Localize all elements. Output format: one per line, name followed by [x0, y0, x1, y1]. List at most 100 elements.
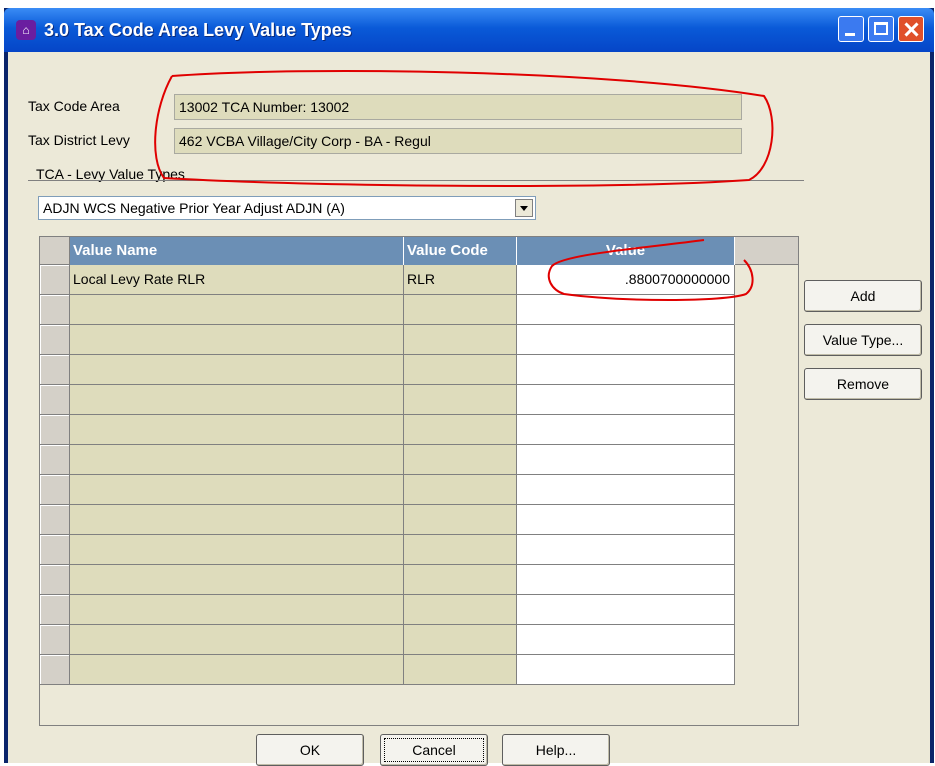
value-type-button[interactable]: Value Type... — [804, 324, 922, 356]
column-header-blank — [735, 237, 798, 265]
row-selector[interactable] — [40, 415, 70, 445]
add-button[interactable]: Add — [804, 280, 922, 312]
maximize-button[interactable] — [868, 16, 894, 42]
close-button[interactable] — [898, 16, 924, 42]
window-title: 3.0 Tax Code Area Levy Value Types — [44, 20, 352, 40]
value-type-dropdown[interactable]: ADJN WCS Negative Prior Year Adjust ADJN… — [38, 196, 536, 220]
table-row[interactable] — [40, 355, 798, 385]
table-row[interactable] — [40, 565, 798, 595]
value-name-cell[interactable] — [70, 355, 404, 385]
value-cell[interactable] — [517, 355, 735, 385]
minimize-button[interactable] — [838, 16, 864, 42]
row-selector[interactable] — [40, 655, 70, 685]
help-button-label: Help... — [535, 742, 577, 758]
table-row[interactable] — [40, 625, 798, 655]
grid-corner-selector[interactable] — [40, 237, 70, 265]
column-header-value[interactable]: Value — [517, 237, 735, 265]
row-selector[interactable] — [40, 565, 70, 595]
value-cell[interactable] — [517, 295, 735, 325]
row-selector[interactable] — [40, 385, 70, 415]
value-cell[interactable] — [517, 385, 735, 415]
value-cell[interactable]: .8800700000000 — [517, 265, 735, 295]
table-row[interactable] — [40, 595, 798, 625]
value-cell[interactable] — [517, 415, 735, 445]
cancel-button[interactable]: Cancel — [380, 734, 488, 766]
value-code-cell[interactable] — [404, 385, 517, 415]
help-button[interactable]: Help... — [502, 734, 610, 766]
page-background — [0, 0, 935, 8]
value-code-cell[interactable] — [404, 325, 517, 355]
value-name-cell[interactable]: Local Levy Rate RLR — [70, 265, 404, 295]
table-row[interactable] — [40, 505, 798, 535]
value-name-cell[interactable] — [70, 625, 404, 655]
value-cell[interactable] — [517, 625, 735, 655]
value-code-cell[interactable] — [404, 535, 517, 565]
row-selector[interactable] — [40, 355, 70, 385]
table-row[interactable] — [40, 415, 798, 445]
row-selector[interactable] — [40, 535, 70, 565]
value-code-cell[interactable] — [404, 565, 517, 595]
remove-button[interactable]: Remove — [804, 368, 922, 400]
table-row[interactable] — [40, 385, 798, 415]
value-cell[interactable] — [517, 655, 735, 685]
table-row[interactable] — [40, 475, 798, 505]
value-code-cell[interactable] — [404, 475, 517, 505]
column-header-value-name[interactable]: Value Name — [70, 237, 404, 265]
value-name-cell[interactable] — [70, 445, 404, 475]
row-selector[interactable] — [40, 445, 70, 475]
value-name-cell[interactable] — [70, 475, 404, 505]
value-name-cell[interactable] — [70, 505, 404, 535]
cancel-button-label: Cancel — [412, 742, 456, 758]
ok-button[interactable]: OK — [256, 734, 364, 766]
table-row[interactable] — [40, 655, 798, 685]
value-name-cell[interactable] — [70, 565, 404, 595]
value-cell[interactable] — [517, 475, 735, 505]
table-row[interactable] — [40, 445, 798, 475]
table-row[interactable] — [40, 295, 798, 325]
dialog-window: ⌂ 3.0 Tax Code Area Levy Value Types Tax… — [4, 8, 934, 766]
value-cell[interactable] — [517, 565, 735, 595]
remove-button-label: Remove — [836, 376, 890, 392]
tax-district-levy-field[interactable]: 462 VCBA Village/City Corp - BA - Regul — [174, 128, 742, 154]
row-selector[interactable] — [40, 625, 70, 655]
chevron-down-icon[interactable] — [515, 199, 533, 217]
row-selector[interactable] — [40, 265, 70, 295]
tax-code-area-field[interactable]: 13002 TCA Number: 13002 — [174, 94, 742, 120]
row-selector[interactable] — [40, 475, 70, 505]
row-selector[interactable] — [40, 595, 70, 625]
row-selector[interactable] — [40, 295, 70, 325]
value-cell[interactable] — [517, 325, 735, 355]
value-name-cell[interactable] — [70, 535, 404, 565]
value-cell[interactable] — [517, 445, 735, 475]
row-selector[interactable] — [40, 325, 70, 355]
value-cell[interactable] — [517, 595, 735, 625]
tax-code-area-label: Tax Code Area — [28, 98, 120, 114]
title-bar[interactable]: ⌂ 3.0 Tax Code Area Levy Value Types — [4, 8, 934, 52]
value-code-cell[interactable]: RLR — [404, 265, 517, 295]
value-code-cell[interactable] — [404, 505, 517, 535]
value-cell[interactable] — [517, 535, 735, 565]
column-header-value-code[interactable]: Value Code — [404, 237, 517, 265]
value-cell[interactable] — [517, 505, 735, 535]
value-code-cell[interactable] — [404, 355, 517, 385]
app-icon[interactable]: ⌂ — [16, 20, 36, 40]
tax-district-levy-label: Tax District Levy — [28, 132, 130, 148]
value-name-cell[interactable] — [70, 295, 404, 325]
value-name-cell[interactable] — [70, 415, 404, 445]
value-name-cell[interactable] — [70, 385, 404, 415]
table-row[interactable]: Local Levy Rate RLR RLR .8800700000000 — [40, 265, 798, 295]
table-row[interactable] — [40, 535, 798, 565]
value-code-cell[interactable] — [404, 295, 517, 325]
value-code-cell[interactable] — [404, 655, 517, 685]
table-row[interactable] — [40, 325, 798, 355]
value-code-cell[interactable] — [404, 445, 517, 475]
value-code-cell[interactable] — [404, 595, 517, 625]
value-name-cell[interactable] — [70, 325, 404, 355]
row-selector[interactable] — [40, 505, 70, 535]
value-code-cell[interactable] — [404, 415, 517, 445]
dialog-client-area: Tax Code Area 13002 TCA Number: 13002 Ta… — [8, 52, 930, 766]
value-code-cell[interactable] — [404, 625, 517, 655]
value-name-cell[interactable] — [70, 595, 404, 625]
add-button-label: Add — [850, 288, 876, 304]
value-name-cell[interactable] — [70, 655, 404, 685]
